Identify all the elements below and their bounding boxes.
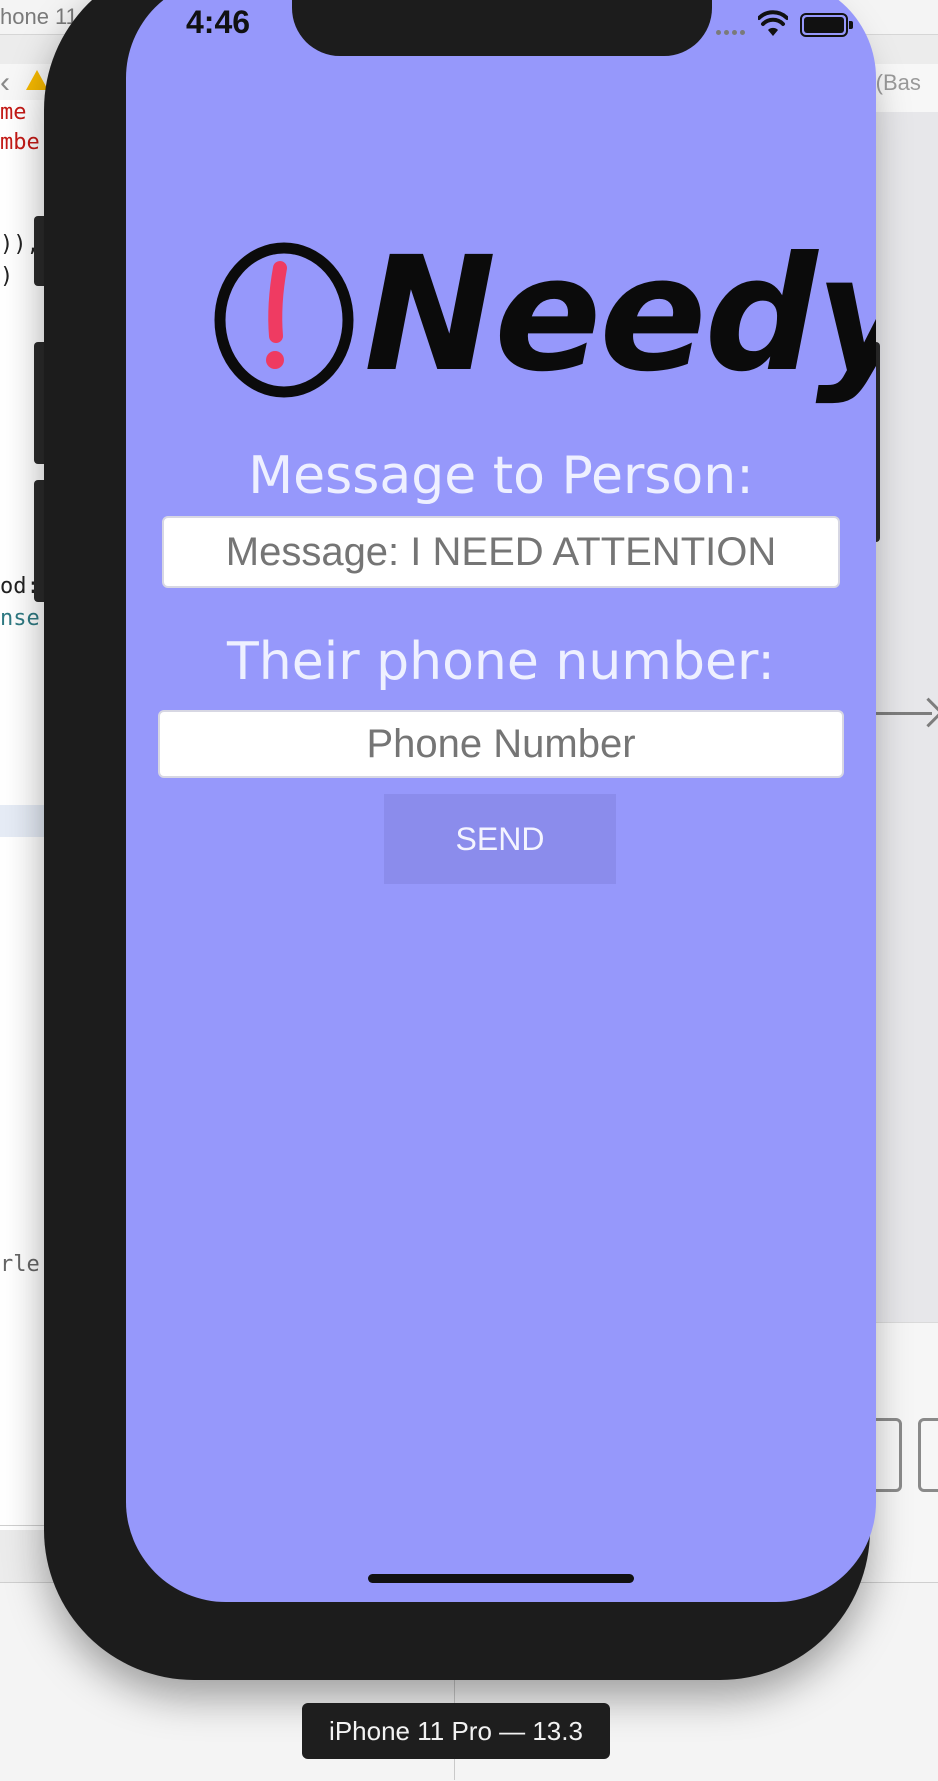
send-button[interactable]: SEND — [384, 794, 616, 884]
notch — [292, 0, 712, 56]
cellular-signal-icon — [716, 30, 750, 36]
message-label: Message to Person: — [248, 446, 754, 506]
code-fragment: mbe — [0, 130, 40, 155]
battery-icon — [800, 13, 853, 37]
exclamation-circle-icon — [214, 242, 354, 398]
code-fragment: me — [0, 100, 27, 125]
phone-number-input[interactable] — [158, 710, 844, 778]
iphone-frame: 4:46 Needy Message to Person: Their phon… — [44, 0, 876, 1680]
message-input[interactable] — [162, 516, 840, 588]
needy-logo: Needy — [214, 230, 876, 426]
wifi-icon — [758, 10, 788, 36]
status-time: 4:46 — [186, 4, 251, 40]
code-fragment: ) — [0, 264, 14, 289]
phone-label: Their phone number: — [227, 632, 775, 692]
simulator-device-label: iPhone 11 Pro — 13.3 — [302, 1703, 610, 1759]
xcode-tab-title[interactable]: hone 11 — [0, 4, 78, 30]
code-fragment: rle — [0, 1252, 40, 1277]
device-config-icon[interactable] — [918, 1418, 938, 1492]
code-fragment: nse — [0, 606, 40, 631]
app-screen: 4:46 Needy Message to Person: Their phon… — [126, 0, 876, 1602]
back-chevron-icon[interactable]: ‹ — [0, 66, 10, 100]
logo-text: Needy — [364, 223, 876, 407]
home-indicator[interactable] — [368, 1574, 634, 1583]
